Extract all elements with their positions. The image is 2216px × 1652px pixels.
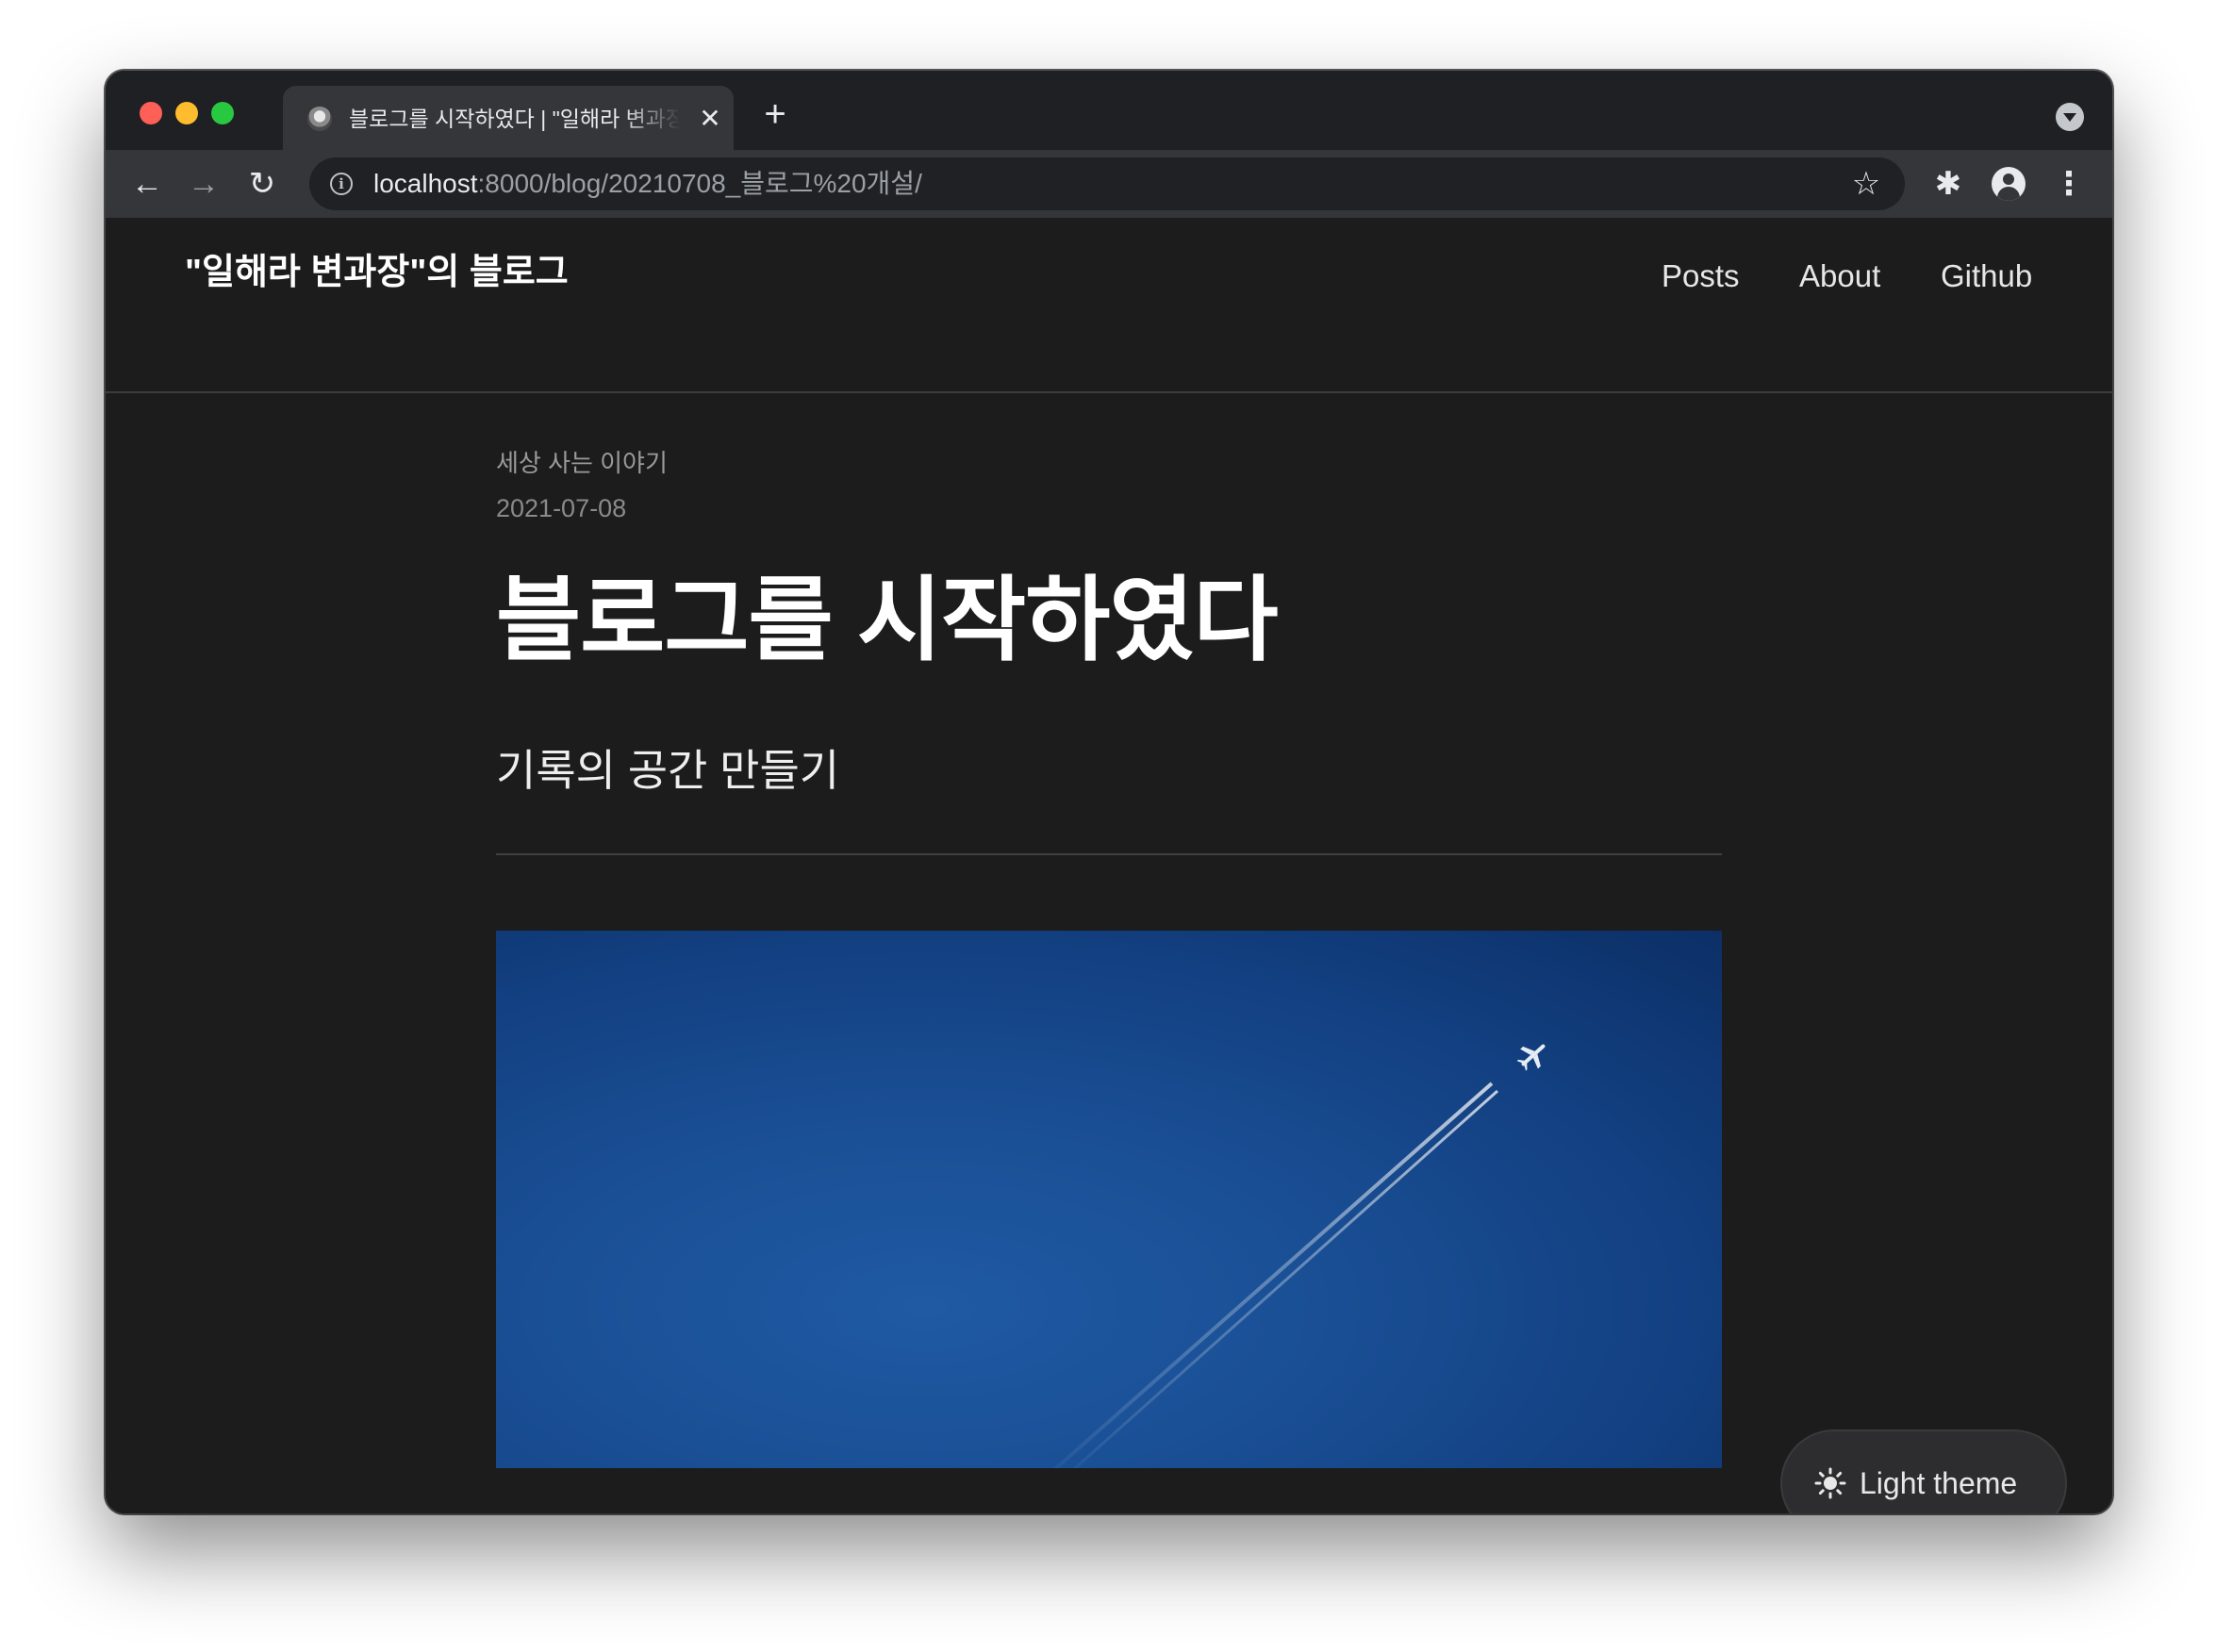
theme-toggle-button[interactable]: Light theme (1782, 1431, 2065, 1513)
nav-github-link[interactable]: Github (1941, 254, 2032, 299)
profile-icon[interactable] (1988, 163, 2029, 205)
sun-icon (1814, 1467, 1846, 1499)
browser-menu-icon[interactable]: ⋮ (2048, 163, 2090, 205)
url-text[interactable]: localhost:8000/blog/20210708_블로그%20개설/ (373, 169, 922, 199)
site-title-link[interactable]: "일해라 변과장"의 블로그 (185, 250, 569, 295)
post-date: 2021-07-08 (496, 494, 627, 522)
tab-active[interactable]: 블로그를 시작하였다 | "일해라 변과장"의 블로그 ✕ (283, 86, 734, 150)
maximize-window-button[interactable] (211, 102, 234, 124)
hero-image (496, 931, 1722, 1468)
article: 세상 사는 이야기 2021-07-08 블로그를 시작하였다 기록의 공간 만… (496, 446, 1722, 1468)
header-divider (496, 853, 1722, 855)
nav-about-link[interactable]: About (1799, 254, 1880, 299)
site-info-icon[interactable]: i (330, 173, 353, 195)
theme-toggle-label: Light theme (1860, 1466, 2018, 1500)
tab-strip: 블로그를 시작하였다 | "일해라 변과장"의 블로그 ✕ + (106, 71, 2112, 150)
bookmark-star-icon[interactable]: ☆ (1848, 165, 1884, 203)
close-window-button[interactable] (140, 102, 162, 124)
site-header: "일해라 변과장"의 블로그 Posts About Github (106, 218, 2112, 393)
favicon-icon (307, 107, 332, 131)
post-subtitle: 기록의 공간 만들기 (496, 746, 840, 795)
nav-posts-link[interactable]: Posts (1662, 254, 1740, 299)
post-category[interactable]: 세상 사는 이야기 (496, 446, 1722, 480)
browser-toolbar: ← → ↻ i localhost:8000/blog/20210708_블로그… (106, 150, 2112, 218)
minimize-window-button[interactable] (175, 102, 198, 124)
forward-button[interactable]: → (183, 163, 224, 205)
post-title: 블로그를 시작하였다 (496, 568, 1279, 671)
close-tab-icon[interactable]: ✕ (696, 105, 724, 133)
tab-search-icon[interactable] (2056, 103, 2084, 131)
extensions-icon[interactable]: ✱ (1927, 163, 1969, 205)
url-path: :8000/blog/20210708_블로그%20개설/ (477, 169, 922, 198)
address-bar[interactable]: i localhost:8000/blog/20210708_블로그%20개설/… (309, 157, 1905, 210)
tab-title: 블로그를 시작하였다 | "일해라 변과장"의 블로그 (349, 107, 681, 131)
url-host: localhost (373, 169, 478, 198)
page-content: "일해라 변과장"의 블로그 Posts About Github 세상 사는 … (106, 218, 2112, 1513)
airplane-contrail-illustration (1052, 1044, 1546, 1468)
browser-window: 블로그를 시작하였다 | "일해라 변과장"의 블로그 ✕ + ← → ↻ i … (106, 71, 2112, 1513)
back-button[interactable]: ← (126, 163, 168, 205)
reload-button[interactable]: ↻ (241, 163, 283, 205)
airplane-icon (1516, 1044, 1546, 1071)
new-tab-button[interactable]: + (756, 95, 794, 135)
